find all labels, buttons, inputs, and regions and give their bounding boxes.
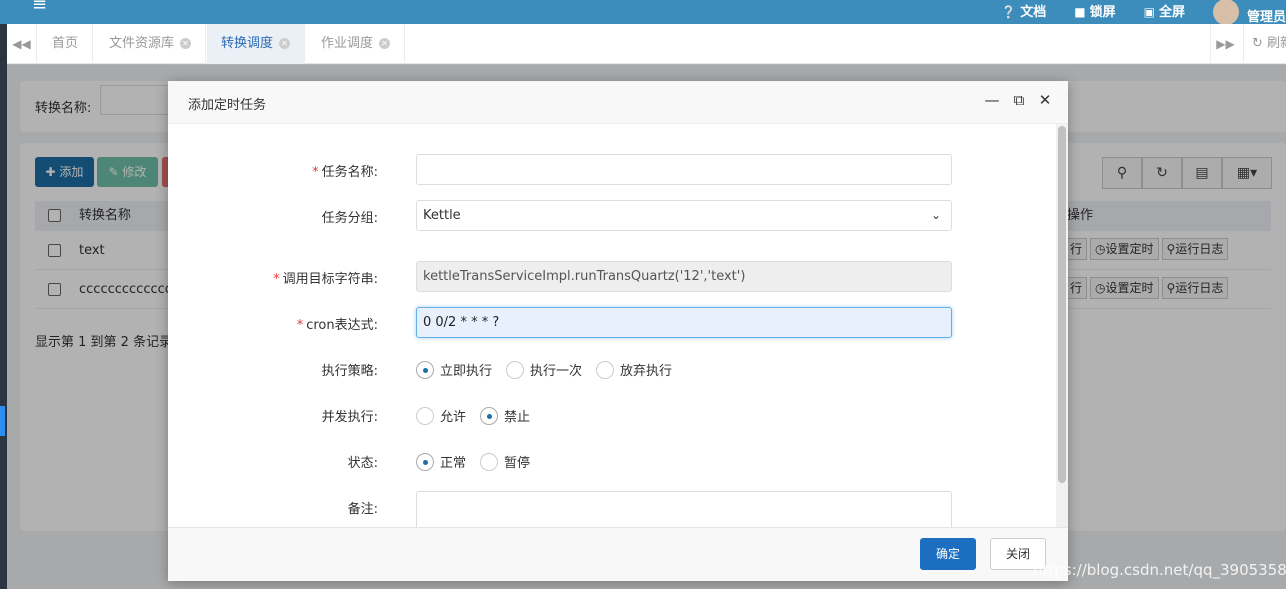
target-string-label: * 调用目标字符串: [168, 268, 378, 287]
refresh-label: 刷新 [1267, 36, 1286, 51]
watermark: https://blog.csdn.net/qq_39053584 [1033, 561, 1286, 579]
strategy-option-abandon[interactable]: 放弃执行 [596, 360, 672, 379]
header-item-label: 文档 [1020, 4, 1047, 20]
tab-job-schedule[interactable]: 作业调度 ✕ [307, 24, 406, 64]
task-group-value: Kettle [423, 208, 461, 223]
concurrent-option-forbid[interactable]: 禁止 [480, 406, 530, 425]
radio-label: 执行一次 [530, 364, 583, 379]
header-item-label: 全屏 [1158, 4, 1185, 20]
dialog-footer: 确定 关闭 [168, 527, 1068, 581]
radio-label: 允许 [440, 410, 467, 425]
task-name-label: * 任务名称: [168, 161, 378, 180]
dialog-body: * 任务名称: 任务分组: Kettle ⌄ * 调用目标字符串: kettleTra… [168, 124, 1068, 527]
expand-icon: ▣ [1143, 4, 1155, 19]
refresh-icon: ↻ [1252, 36, 1263, 51]
task-name-input[interactable] [416, 154, 952, 185]
tab-bar: ◀◀ 首页 文件资源库 ✕ 转换调度 ✕ 作业调度 ✕ ▶▶ ↻ 刷新 [7, 24, 1286, 64]
sidebar-active-indicator [0, 406, 5, 436]
remark-label: 备注: [347, 502, 378, 517]
add-schedule-dialog: 添加定时任务 — ⧉ ✕ * 任务名称: 任务分组: Kettle ⌄ * 调用目标字… [168, 81, 1068, 581]
status-option-normal[interactable]: 正常 [416, 452, 466, 471]
header-item-fullscreen[interactable]: ▣ 全屏 [1144, 1, 1185, 20]
square-icon: ■ [1074, 4, 1086, 19]
required-marker: * [312, 165, 319, 180]
radio-checked[interactable] [480, 406, 499, 425]
radio-label: 禁止 [504, 410, 531, 425]
tab-scroll-left-icon[interactable]: ◀◀ [7, 24, 37, 64]
header-item-lock[interactable]: ■ 锁屏 [1074, 1, 1115, 20]
strategy-radio-group: 立即执行 执行一次 放弃执行 [416, 360, 686, 379]
header-actions: ❔ 文档 ■ 锁屏 ▣ 全屏 管理员 [1001, 0, 1286, 25]
task-group-label: 任务分组: [321, 211, 378, 226]
strategy-label: 执行策略: [321, 364, 378, 379]
tab-label: 首页 [52, 36, 79, 51]
concurrent-radio-group: 允许 禁止 [416, 406, 544, 425]
label-text: 任务名称: [321, 165, 378, 180]
close-icon[interactable]: ✕ [180, 38, 192, 49]
tab-trans-schedule[interactable]: 转换调度 ✕ [207, 24, 306, 64]
chevron-down-icon: ⌄ [930, 208, 941, 222]
strategy-option-immediate[interactable]: 立即执行 [416, 360, 492, 379]
remark-textarea[interactable] [416, 491, 952, 527]
tab-label: 转换调度 [221, 36, 274, 51]
header-item-docs[interactable]: ❔ 文档 [1001, 1, 1046, 20]
label-text: cron表达式: [306, 318, 378, 333]
close-icon[interactable]: ✕ [1036, 91, 1054, 109]
strategy-option-once[interactable]: 执行一次 [506, 360, 582, 379]
concurrent-label: 并发执行: [321, 410, 378, 425]
close-icon[interactable]: ✕ [279, 38, 291, 49]
tab-home[interactable]: 首页 [38, 24, 94, 64]
task-group-select[interactable]: Kettle ⌄ [416, 200, 952, 231]
top-header: ≡ ❔ 文档 ■ 锁屏 ▣ 全屏 管理员 [0, 0, 1286, 25]
radio-label: 暂停 [504, 456, 531, 471]
label-text: 调用目标字符串: [282, 272, 378, 287]
confirm-button[interactable]: 确定 [920, 538, 976, 570]
concurrent-option-allow[interactable]: 允许 [416, 406, 466, 425]
radio-unchecked[interactable] [416, 406, 434, 425]
minimize-icon[interactable]: — [983, 91, 1001, 109]
scrollbar-thumb[interactable] [1058, 126, 1066, 483]
required-marker: * [273, 272, 280, 287]
tab-scroll-right-icon[interactable]: ▶▶ [1210, 24, 1240, 64]
hamburger-icon[interactable]: ≡ [32, 0, 47, 15]
tab-label: 文件资源库 [109, 36, 175, 51]
radio-checked[interactable] [416, 452, 434, 471]
header-item-label: 锁屏 [1089, 4, 1116, 20]
user-menu[interactable]: 管理员 [1212, 0, 1286, 25]
question-icon: ❔ [1001, 4, 1017, 19]
sidebar [0, 24, 7, 589]
radio-label: 放弃执行 [620, 364, 673, 379]
radio-label: 正常 [440, 456, 467, 471]
radio-checked[interactable] [416, 360, 434, 379]
radio-unchecked[interactable] [596, 360, 615, 379]
status-option-paused[interactable]: 暂停 [480, 452, 530, 471]
radio-unchecked[interactable] [506, 360, 525, 379]
target-string-input[interactable]: kettleTransServiceImpl.runTransQuartz('1… [416, 261, 952, 292]
refresh-button[interactable]: ↻ 刷新 [1243, 24, 1286, 64]
avatar [1212, 0, 1239, 25]
dialog-scrollbar[interactable] [1056, 124, 1068, 527]
radio-label: 立即执行 [440, 364, 493, 379]
tab-label: 作业调度 [321, 36, 374, 51]
maximize-icon[interactable]: ⧉ [1010, 91, 1028, 109]
radio-unchecked[interactable] [480, 452, 499, 471]
cron-label: * cron表达式: [168, 314, 378, 333]
status-radio-group: 正常 暂停 [416, 452, 544, 471]
status-label: 状态: [347, 456, 378, 471]
dialog-header: 添加定时任务 — ⧉ ✕ [168, 81, 1068, 124]
dialog-title: 添加定时任务 [188, 98, 267, 113]
cron-expression-input[interactable]: 0 0/2 * * * ? [416, 307, 952, 338]
user-name: 管理员 [1246, 10, 1286, 25]
required-marker: * [296, 318, 304, 333]
close-icon[interactable]: ✕ [379, 38, 391, 49]
tab-file-repo[interactable]: 文件资源库 ✕ [95, 24, 207, 64]
